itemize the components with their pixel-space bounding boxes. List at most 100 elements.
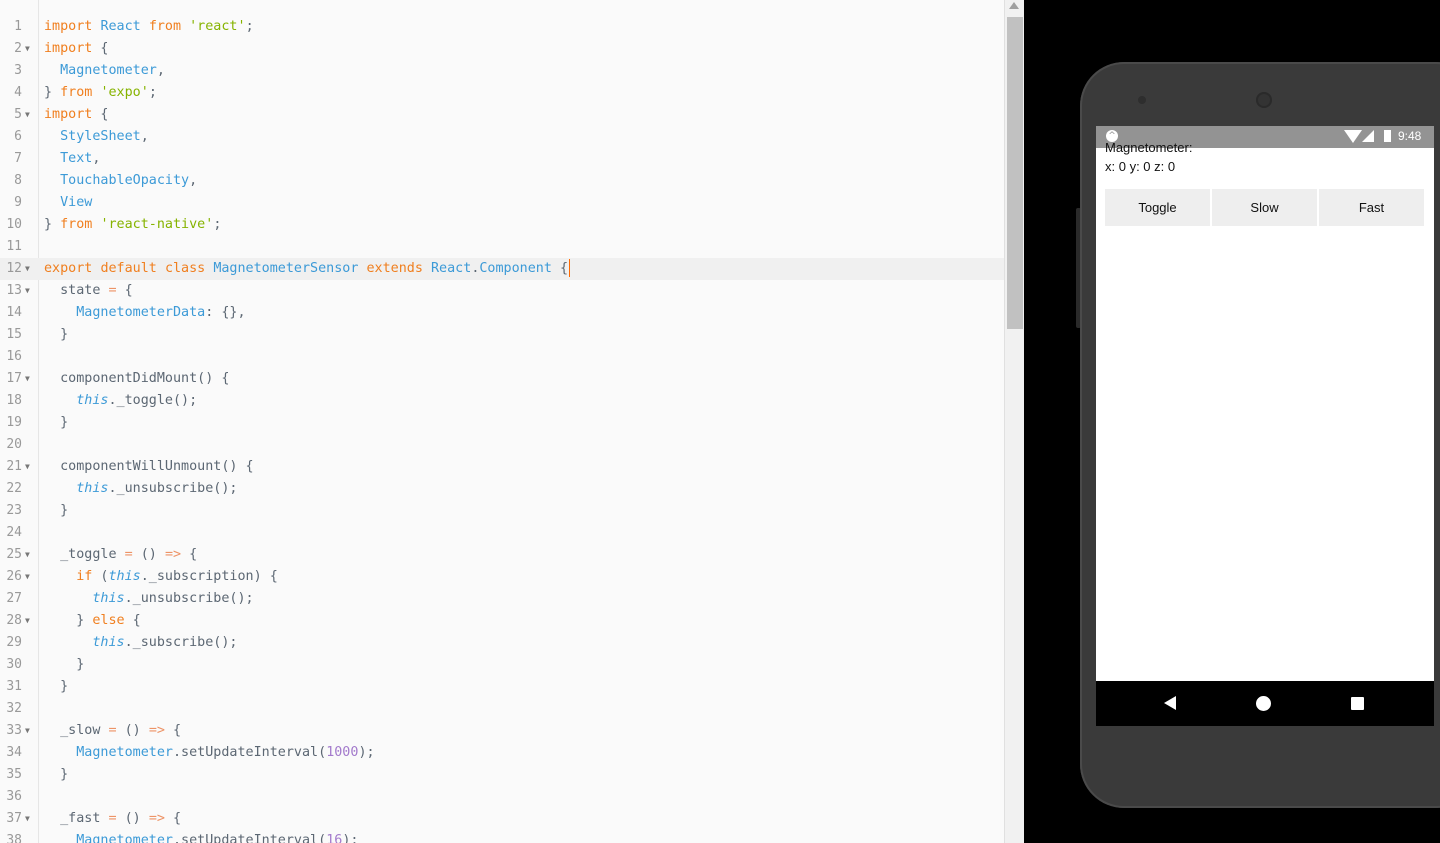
code-line[interactable]: 1 import React from 'react';	[0, 16, 1004, 38]
home-icon[interactable]	[1256, 696, 1271, 711]
code-line[interactable]: 5 ▼ import {	[0, 104, 1004, 126]
code-line[interactable]: 34 Magnetometer.setUpdateInterval(1000);	[0, 742, 1004, 764]
code-line[interactable]: 16	[0, 346, 1004, 368]
fold-arrow-icon[interactable]: ▼	[25, 566, 30, 588]
line-number: 34	[6, 745, 22, 760]
code-line[interactable]: 12 ▼ export default class MagnetometerSens…	[0, 258, 1004, 280]
code-line[interactable]: 10} from 'react-native';	[0, 214, 1004, 236]
code-line[interactable]: 7 Text,	[0, 148, 1004, 170]
code-line[interactable]: 2 ▼ import {	[0, 38, 1004, 60]
recent-apps-icon[interactable]	[1351, 697, 1364, 710]
code-line[interactable]: 35 }	[0, 764, 1004, 786]
code-line[interactable]: 6 StyleSheet,	[0, 126, 1004, 148]
code-line[interactable]: 13 ▼ state = {	[0, 280, 1004, 302]
line-number: 25	[6, 547, 22, 562]
fold-arrow-icon[interactable]: ▼	[25, 258, 30, 280]
code-line[interactable]: 20	[0, 434, 1004, 456]
code-line[interactable]: 23 }	[0, 500, 1004, 522]
line-number: 37	[6, 811, 22, 826]
code-token: this	[108, 569, 141, 584]
line-text: MagnetometerData: {},	[44, 302, 245, 324]
fold-arrow-icon[interactable]: ▼	[25, 720, 30, 742]
line-number: 4	[14, 85, 22, 100]
line-text: }	[44, 764, 68, 786]
wifi-icon	[1344, 130, 1362, 143]
code-token: state	[44, 283, 109, 298]
code-token: ,	[140, 129, 149, 144]
code-token: this	[92, 635, 125, 650]
code-line[interactable]: 3 Magnetometer,	[0, 60, 1004, 82]
code-line[interactable]: 15 }	[0, 324, 1004, 346]
code-line[interactable]: 14 MagnetometerData: {},	[0, 302, 1004, 324]
code-token: View	[60, 195, 93, 210]
code-line[interactable]: 32	[0, 698, 1004, 720]
code-line[interactable]: 19 }	[0, 412, 1004, 434]
code-line[interactable]: 9 View	[0, 192, 1004, 214]
code-line[interactable]: 21 ▼ componentWillUnmount() {	[0, 456, 1004, 478]
fold-arrow-icon[interactable]: ▼	[25, 456, 30, 478]
code-line[interactable]: 4} from 'expo';	[0, 82, 1004, 104]
line-number: 28	[6, 613, 22, 628]
code-line[interactable]: 37 ▼ _fast = () => {	[0, 808, 1004, 830]
code-token: }	[44, 85, 61, 100]
code-token: Component	[479, 261, 552, 276]
fold-arrow-icon[interactable]: ▼	[25, 280, 30, 302]
code-line[interactable]: 25 ▼ _toggle = () => {	[0, 544, 1004, 566]
fold-arrow-icon[interactable]: ▼	[25, 38, 30, 60]
code-token: {	[164, 811, 182, 826]
code-line[interactable]: 8 TouchableOpacity,	[0, 170, 1004, 192]
toggle-button[interactable]: Toggle	[1105, 189, 1212, 226]
line-text: import React from 'react';	[44, 16, 254, 38]
fold-arrow-icon[interactable]: ▼	[25, 808, 30, 830]
code-token: _fast	[44, 811, 109, 826]
code-token: (	[92, 569, 109, 584]
code-line[interactable]: 27 this._unsubscribe();	[0, 588, 1004, 610]
code-token: from	[148, 19, 182, 34]
back-icon[interactable]	[1164, 696, 1176, 710]
code-line[interactable]: 18 this._toggle();	[0, 390, 1004, 412]
line-number: 38	[6, 833, 22, 843]
line-number: 36	[6, 789, 22, 804]
code-token: class	[164, 261, 206, 276]
code-token: }	[44, 679, 69, 694]
fold-arrow-icon[interactable]: ▼	[25, 104, 30, 126]
fold-arrow-icon[interactable]: ▼	[25, 610, 30, 632]
code-line[interactable]: 26 ▼ if (this._subscription) {	[0, 566, 1004, 588]
editor-scrollbar[interactable]	[1004, 0, 1024, 843]
code-editor[interactable]: 1 import React from 'react'; 2 ▼ import {3 M…	[0, 0, 1004, 843]
code-line[interactable]: 28 ▼ } else {	[0, 610, 1004, 632]
code-line[interactable]: 17 ▼ componentDidMount() {	[0, 368, 1004, 390]
code-line[interactable]: 38 Magnetometer.setUpdateInterval(16);	[0, 830, 1004, 843]
code-line[interactable]: 22 this._unsubscribe();	[0, 478, 1004, 500]
line-text: this._toggle();	[44, 390, 197, 412]
fold-arrow-icon[interactable]: ▼	[25, 368, 30, 390]
line-text: }	[44, 500, 68, 522]
code-line[interactable]: 24	[0, 522, 1004, 544]
slow-button[interactable]: Slow	[1212, 189, 1319, 226]
code-line[interactable]: 29 this._subscribe();	[0, 632, 1004, 654]
line-number: 3	[14, 63, 22, 78]
scroll-up-arrow-icon[interactable]	[1009, 2, 1019, 9]
line-number: 24	[6, 525, 22, 540]
fast-button[interactable]: Fast	[1319, 189, 1424, 226]
line-text: Text,	[44, 148, 100, 170]
code-line[interactable]: 33 ▼ _slow = () => {	[0, 720, 1004, 742]
code-line[interactable]: 31 }	[0, 676, 1004, 698]
code-line[interactable]: 30 }	[0, 654, 1004, 676]
code-token: {	[551, 261, 569, 276]
code-line[interactable]: 36	[0, 786, 1004, 808]
fold-arrow-icon[interactable]: ▼	[25, 544, 30, 566]
code-line[interactable]: 11	[0, 236, 1004, 258]
code-token: =	[108, 723, 117, 738]
scroll-thumb[interactable]	[1007, 17, 1023, 329]
phone-screen: ^ 9:48 Magnetometer: x: 0 y: 0 z: 0 Togg…	[1096, 126, 1434, 726]
code-token: =>	[164, 547, 182, 562]
code-lines[interactable]: 1 import React from 'react'; 2 ▼ import {3 M…	[0, 16, 1004, 843]
android-nav-bar	[1096, 681, 1434, 726]
code-token: import	[44, 107, 93, 122]
